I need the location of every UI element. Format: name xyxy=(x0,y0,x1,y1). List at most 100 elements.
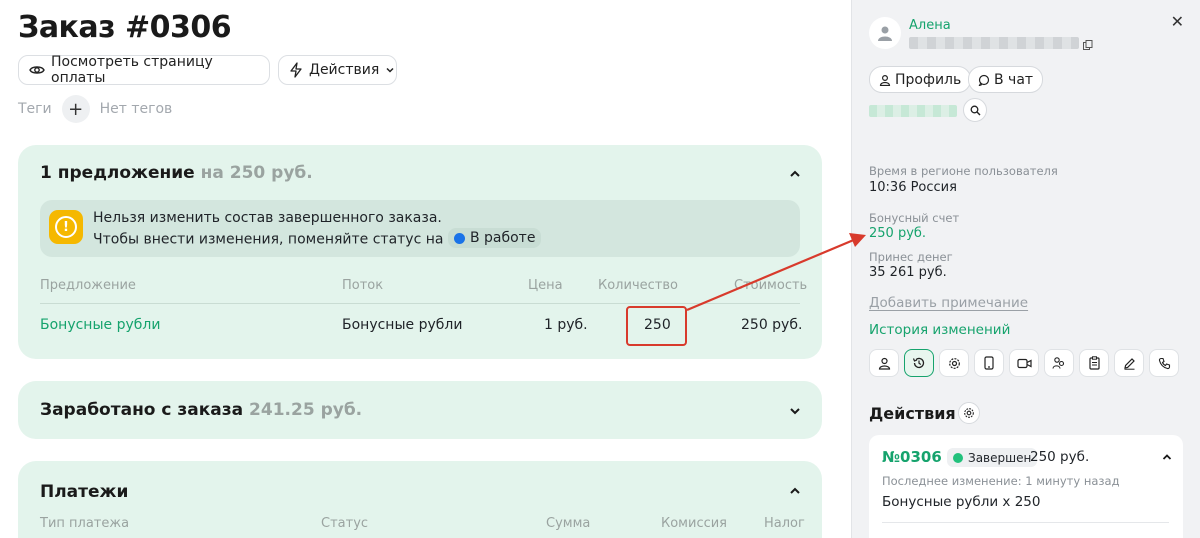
add-tag-button[interactable]: + xyxy=(61,95,90,123)
tab-call[interactable] xyxy=(1149,349,1179,377)
revenue-label: Принес денег xyxy=(869,250,953,264)
user-panel: Алена ✕ Профиль В чат Время в регионе по… xyxy=(851,0,1200,538)
status-chip-label: В работе xyxy=(469,230,536,246)
col-payment-sum: Сумма xyxy=(546,516,591,531)
user-name[interactable]: Алена xyxy=(909,18,951,33)
col-payment-status: Статус xyxy=(321,516,369,531)
offers-count: 1 предложение xyxy=(40,163,195,183)
redacted-email xyxy=(909,37,1079,49)
status-chip-in-progress[interactable]: В работе xyxy=(447,228,542,248)
col-payment-tax: Налог xyxy=(764,516,805,531)
avatar xyxy=(869,17,901,49)
warning-line-2-text: Чтобы внести изменения, поменяйте статус… xyxy=(93,231,444,248)
earned-card-title: Заработано с заказа 241.25 руб. xyxy=(40,400,362,420)
cost-cell: 250 руб. xyxy=(741,317,803,333)
tags-row: Теги + Нет тегов xyxy=(18,95,172,123)
copy-icon[interactable] xyxy=(1083,40,1093,50)
offers-card-title[interactable]: 1 предложение на 250 руб. xyxy=(40,163,313,183)
chevron-up-icon[interactable] xyxy=(1161,451,1173,463)
chat-button[interactable]: В чат xyxy=(968,66,1044,93)
tab-history[interactable] xyxy=(904,349,934,377)
payments-card: Платежи Тип платежа Статус Сумма Комисси… xyxy=(18,461,822,538)
warning-icon: ! xyxy=(49,210,83,244)
order-main: Заказ #0306 Посмотреть страницу оплаты Д… xyxy=(0,0,850,538)
warning-text: Нельзя изменить состав завершенного зака… xyxy=(93,208,542,250)
warning-line-1: Нельзя изменить состав завершенного зака… xyxy=(93,210,442,226)
panel-tabs xyxy=(869,349,1179,377)
order-last-change: Последнее изменение: 1 минуту назад xyxy=(882,474,1120,488)
earned-card[interactable]: Заработано с заказа 241.25 руб. xyxy=(18,381,822,439)
order-number[interactable]: №0306 xyxy=(882,448,942,466)
actions-settings-button[interactable] xyxy=(958,402,980,424)
tab-edit[interactable] xyxy=(1114,349,1144,377)
clipboard-icon xyxy=(1088,356,1100,370)
bonus-value[interactable]: 250 руб. xyxy=(869,226,926,241)
tags-label: Теги xyxy=(18,101,52,117)
order-item: Бонусные рубли x 250 xyxy=(882,494,1041,510)
user-icon xyxy=(879,74,891,86)
stream-cell: Бонусные рубли xyxy=(342,317,463,333)
tab-video[interactable] xyxy=(1009,349,1039,377)
offers-card: 1 предложение на 250 руб. ! Нельзя измен… xyxy=(18,145,822,359)
profile-button[interactable]: Профиль xyxy=(869,66,972,93)
chevron-up-icon[interactable] xyxy=(788,484,802,498)
col-cost: Стоимость xyxy=(734,278,808,293)
actions-label: Действия xyxy=(309,62,380,78)
pen-icon xyxy=(1123,357,1135,370)
quantity-highlight-box xyxy=(626,306,687,346)
actions-dropdown[interactable]: Действия xyxy=(278,55,397,85)
tab-settings[interactable] xyxy=(939,349,969,377)
lightning-icon xyxy=(290,62,302,78)
tab-device[interactable] xyxy=(974,349,1004,377)
call-icon xyxy=(1158,357,1170,369)
profile-label: Профиль xyxy=(895,71,962,88)
chevron-down-icon[interactable] xyxy=(788,404,802,418)
price-cell: 1 руб. xyxy=(544,317,588,333)
add-note-link[interactable]: Добавить примечание xyxy=(869,295,1028,311)
history-link[interactable]: История изменений xyxy=(869,322,1010,338)
chevron-up-icon[interactable] xyxy=(788,167,802,181)
col-payment-type: Тип платежа xyxy=(40,516,130,531)
payments-card-title: Платежи xyxy=(40,482,129,502)
earned-amount: 241.25 руб. xyxy=(249,400,363,420)
user-icon xyxy=(878,357,890,370)
search-button[interactable] xyxy=(963,98,987,122)
gear-icon xyxy=(964,408,974,418)
history-icon xyxy=(912,357,925,369)
status-dot xyxy=(453,232,465,244)
order-sum: 250 руб. xyxy=(1030,449,1090,465)
bonus-label: Бонусный счет xyxy=(869,211,960,225)
view-payment-label: Посмотреть страницу оплаты xyxy=(51,54,213,86)
close-icon[interactable]: ✕ xyxy=(1171,12,1184,31)
chat-bubble-icon xyxy=(978,74,990,86)
plus-icon: + xyxy=(68,98,84,120)
tab-users[interactable] xyxy=(1044,349,1074,377)
col-quantity: Количество xyxy=(598,278,678,293)
order-summary-card[interactable]: №0306 Завершен 250 руб. Последнее измене… xyxy=(869,435,1183,538)
no-tags-text: Нет тегов xyxy=(99,101,173,117)
order-card-divider xyxy=(882,522,1169,523)
region-time-value: 10:36 Россия xyxy=(869,180,957,195)
page-title: Заказ #0306 xyxy=(18,10,232,45)
tab-clipboard[interactable] xyxy=(1079,349,1109,377)
order-status-label: Завершен xyxy=(968,450,1032,465)
user-silhouette-icon xyxy=(878,26,892,41)
users-icon xyxy=(1052,357,1065,369)
chat-label: В чат xyxy=(994,71,1034,88)
phone-device-icon xyxy=(984,356,994,370)
view-payment-page-button[interactable]: Посмотреть страницу оплаты xyxy=(18,54,270,86)
order-status-badge: Завершен xyxy=(947,448,1038,467)
redacted-contact xyxy=(869,105,957,117)
col-offer: Предложение xyxy=(40,278,136,293)
earned-title-text: Заработано с заказа xyxy=(40,400,244,420)
revenue-value: 35 261 руб. xyxy=(869,265,947,280)
tab-profile[interactable] xyxy=(869,349,899,377)
eye-icon xyxy=(29,66,45,74)
actions-heading: Действия xyxy=(869,404,956,423)
settings-icon xyxy=(948,357,960,369)
warning-line-2: Чтобы внести изменения, поменяйте статус… xyxy=(93,228,542,250)
offers-amount: на 250 руб. xyxy=(200,163,313,183)
offer-link[interactable]: Бонусные рубли xyxy=(40,317,160,333)
col-payment-commission: Комиссия xyxy=(661,516,728,531)
status-dot xyxy=(953,452,963,463)
